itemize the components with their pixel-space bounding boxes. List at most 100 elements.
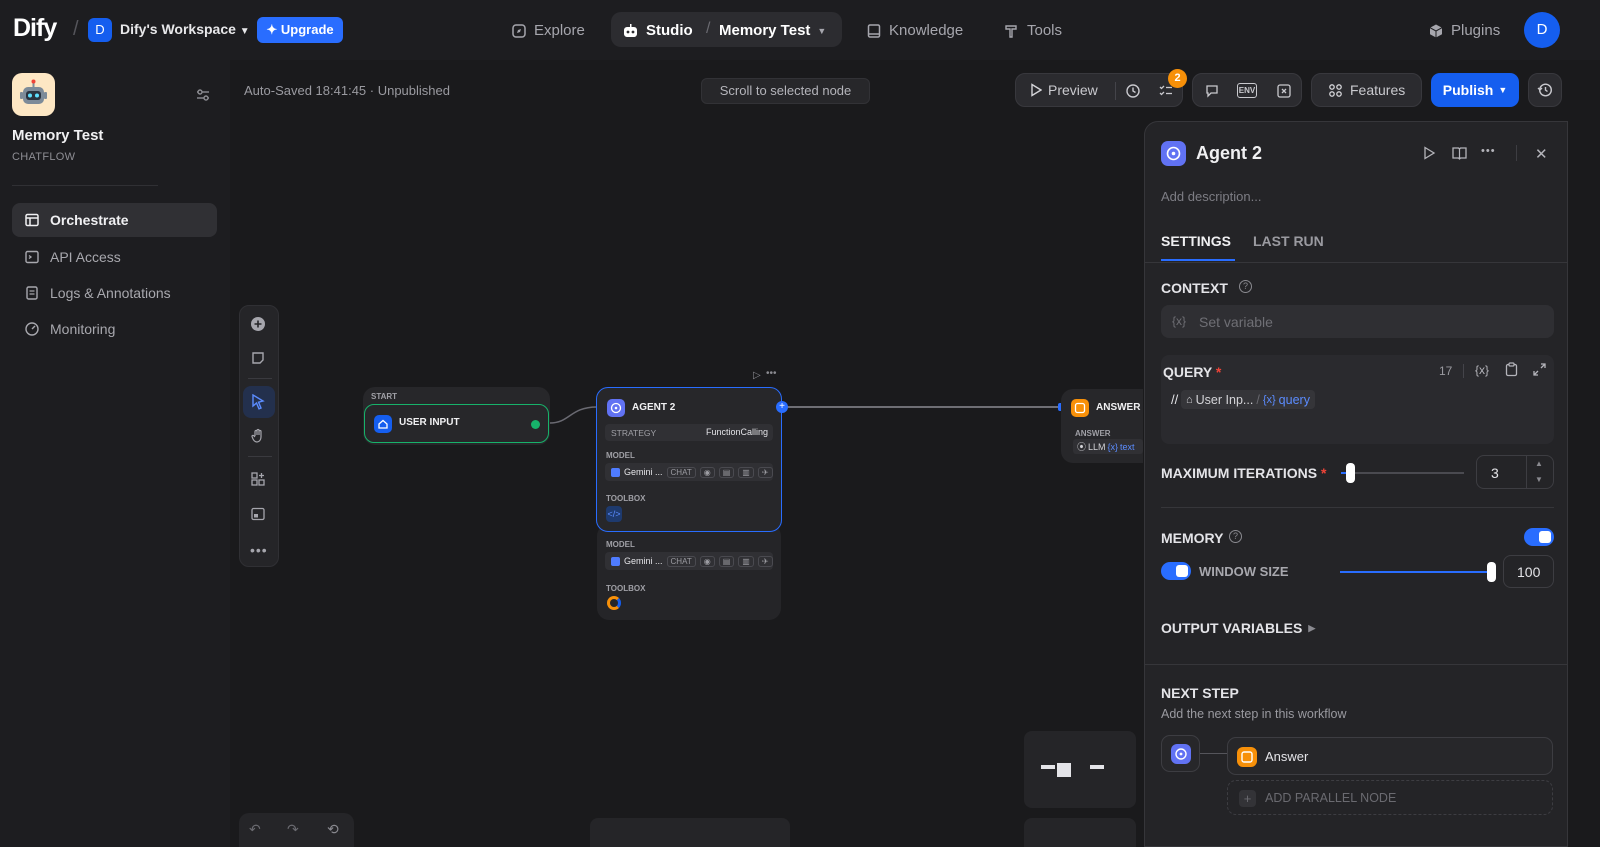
gemini-icon (611, 467, 620, 477)
save-status: Auto-Saved 18:41:45 · Unpublished (244, 83, 450, 98)
memory-toggle[interactable] (1524, 528, 1554, 546)
run-history-button[interactable] (1123, 81, 1143, 101)
close-icon[interactable]: ✕ (1535, 145, 1548, 163)
start-node[interactable]: USER INPUT (364, 404, 549, 443)
workspace-avatar[interactable]: D (88, 18, 112, 42)
nav-tools[interactable]: Tools (1004, 16, 1062, 46)
output-variables-toggle[interactable]: OUTPUT VARIABLES ▶ (1161, 620, 1315, 636)
scroll-to-selected-button[interactable]: Scroll to selected node (701, 78, 870, 104)
node-run-icon[interactable]: ▷ (753, 370, 761, 381)
nav-plugins[interactable]: Plugins (1428, 16, 1500, 46)
help-icon[interactable]: ? (1239, 280, 1252, 293)
upgrade-button[interactable]: ✦ Upgrade (257, 17, 343, 43)
video-icon: ▥ (738, 466, 754, 478)
google-tool-icon (607, 596, 621, 610)
more-options-icon[interactable]: ••• (1481, 145, 1496, 157)
help-icon[interactable]: ? (1229, 530, 1242, 543)
add-node-button[interactable] (250, 316, 266, 332)
next-node-answer[interactable]: Answer (1227, 737, 1553, 775)
nav-studio[interactable]: Studio (622, 16, 693, 46)
description-input[interactable]: Add description... (1161, 189, 1261, 204)
workspace-selector[interactable]: Dify's Workspace ▼ (120, 21, 250, 37)
add-next-node-handle[interactable]: + (776, 401, 788, 413)
window-size-toggle[interactable] (1161, 562, 1191, 580)
agent-node[interactable]: AGENT 2 STRATEGY FunctionCalling MODEL G… (596, 387, 782, 532)
answer-node[interactable]: ANSWER ANSWER ⦿ LLM {x} text (1061, 389, 1143, 463)
minimap[interactable] (1024, 731, 1136, 808)
expand-icon[interactable] (1533, 363, 1546, 376)
version-history-button[interactable] (1528, 73, 1562, 107)
sidebar-collapse-button[interactable] (195, 87, 211, 103)
minimap-toggle-button[interactable] (250, 506, 266, 522)
doc-icon: ▤ (718, 466, 735, 478)
add-note-button[interactable] (250, 350, 266, 366)
context-label: CONTEXT (1161, 280, 1228, 296)
tab-last-run[interactable]: LAST RUN (1253, 233, 1324, 249)
vision-icon: ◉ (699, 466, 715, 478)
nav-knowledge[interactable]: Knowledge (866, 16, 963, 46)
sidebar-item-monitoring[interactable]: Monitoring (12, 312, 217, 346)
user-avatar[interactable]: D (1524, 12, 1560, 48)
tabs-divider (1145, 262, 1568, 263)
tab-settings[interactable]: SETTINGS (1161, 233, 1231, 249)
sidebar-item-logs[interactable]: Logs & Annotations (12, 276, 217, 310)
document-icon (26, 286, 38, 300)
dify-logo[interactable]: Dify (13, 14, 57, 43)
organize-button[interactable] (250, 471, 266, 487)
top-navigation: Dify / D Dify's Workspace ▼ ✦ Upgrade Ex… (0, 0, 1600, 60)
help-doc-button[interactable] (1452, 146, 1467, 160)
window-size-label: WINDOW SIZE (1199, 564, 1289, 579)
max-iterations-label-text: MAXIMUM ITERATIONS (1161, 465, 1318, 481)
node-more-icon[interactable]: ••• (766, 368, 777, 379)
toolbox-label: TOOLBOX (606, 494, 646, 503)
slider-thumb[interactable] (1487, 562, 1496, 582)
cursor-icon (252, 394, 265, 410)
plus-icon: + (1239, 790, 1256, 807)
global-vars-button[interactable] (1273, 81, 1295, 101)
slider-fill (1340, 571, 1492, 573)
conversation-vars-button[interactable] (1201, 81, 1223, 101)
model-name: Gemini ... (624, 556, 663, 566)
preview-button[interactable]: Preview (1030, 82, 1098, 98)
app-switcher[interactable]: Memory Test ▼ (719, 16, 826, 46)
toolbar-divider (1115, 82, 1116, 100)
sidebar-item-orchestrate[interactable]: Orchestrate (12, 203, 217, 237)
start-node-container[interactable]: START USER INPUT (363, 387, 550, 445)
window-size-value: 100 (1517, 564, 1541, 580)
ellipsis-icon: ••• (250, 542, 268, 558)
window-size-slider[interactable] (1340, 562, 1496, 582)
increment-icon[interactable]: ▲ (1535, 459, 1543, 468)
insert-variable-icon[interactable]: {x} (1475, 363, 1489, 377)
hand-mode-button[interactable] (250, 428, 266, 444)
env-button[interactable]: ENV (1237, 83, 1257, 98)
agent-icon (607, 399, 625, 417)
sidebar-item-api-access[interactable]: API Access (12, 240, 217, 274)
canvas-tools: ••• (239, 305, 279, 567)
features-button[interactable]: Features (1311, 73, 1422, 107)
panel-title[interactable]: Agent 2 (1196, 143, 1262, 164)
run-node-button[interactable] (1422, 146, 1436, 160)
copy-icon[interactable] (1505, 362, 1518, 377)
query-variable-chip[interactable]: ⌂ User Inp... / {x} query (1181, 390, 1315, 409)
decrement-icon[interactable]: ▼ (1535, 475, 1543, 484)
context-variable-select[interactable]: {x} Set variable (1161, 305, 1554, 338)
sticky-note-icon (252, 352, 264, 364)
add-parallel-node-button[interactable]: + ADD PARALLEL NODE (1227, 780, 1553, 815)
nav-divider: / (73, 18, 79, 40)
max-iterations-slider[interactable] (1341, 463, 1464, 483)
sparkle-icon: ✦ (266, 22, 278, 37)
window-size-input[interactable]: 100 (1503, 555, 1554, 588)
redo-icon[interactable]: ↷ (287, 821, 299, 838)
undo-icon[interactable]: ↶ (249, 821, 261, 838)
zoom-control[interactable] (1024, 818, 1136, 847)
max-iterations-input[interactable]: 3 ▲ ▼ (1476, 455, 1554, 489)
query-var-name: query (1278, 392, 1310, 407)
history-icon[interactable]: ⟲ (327, 821, 339, 838)
publish-button[interactable]: Publish ▼ (1431, 73, 1519, 107)
model-row: Gemini ... CHAT ◉ ▤ ▥ ✈ (605, 552, 773, 570)
history-clock-icon (1126, 84, 1140, 98)
more-tools-button[interactable]: ••• (250, 542, 268, 558)
nav-explore[interactable]: Explore (511, 16, 585, 46)
slider-thumb[interactable] (1346, 463, 1355, 483)
var-source: LLM (1088, 441, 1106, 452)
